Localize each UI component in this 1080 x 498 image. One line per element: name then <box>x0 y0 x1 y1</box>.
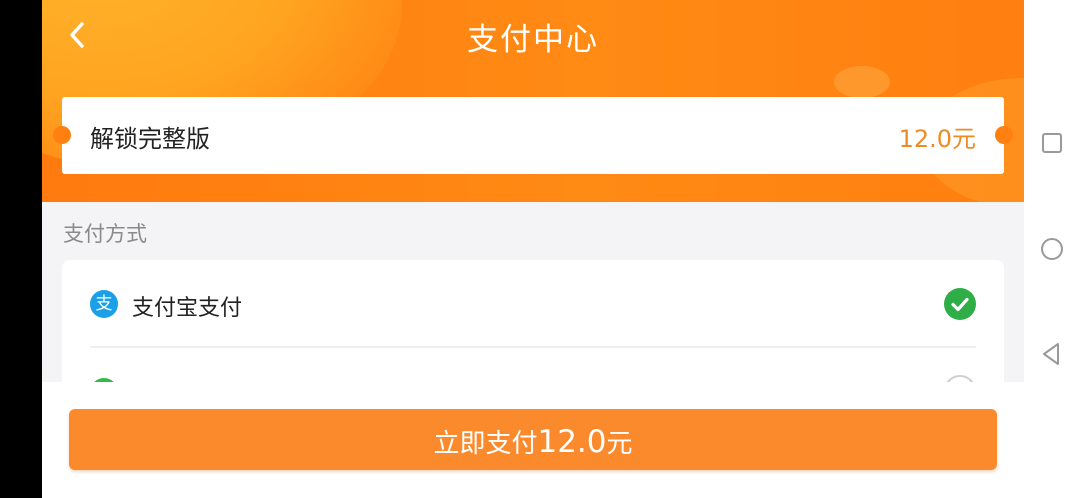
bottom-bar: 立即支付12.0元 <box>42 382 1024 498</box>
back-nav-button[interactable] <box>1038 340 1066 368</box>
payment-option-label: 支付宝支付 <box>132 296 243 321</box>
ticket-notch <box>995 126 1013 144</box>
alipay-icon: 支 <box>90 290 118 318</box>
product-ticket: 解锁完整版 12.0元 <box>53 97 1013 174</box>
system-navigation-bar <box>1024 0 1080 498</box>
product-price: 12.0元 <box>898 125 976 153</box>
pay-button-label: 立即支付 <box>433 429 538 459</box>
pay-now-button[interactable]: 立即支付12.0元 <box>69 409 997 470</box>
recent-apps-button[interactable] <box>1038 129 1066 157</box>
payment-center-screen: 支付中心 解锁完整版 12.0元 支付方式 支 支付宝支付 立即支付12.0元 <box>42 0 1024 498</box>
check-circle-icon <box>944 288 976 320</box>
page-title: 支付中心 <box>467 22 599 58</box>
payment-method-list: 支 支付宝支付 <box>62 260 1004 400</box>
payment-method-heading: 支付方式 <box>63 222 147 246</box>
ticket-notch <box>53 126 71 144</box>
back-triangle-icon <box>1043 343 1059 365</box>
pay-button-unit: 元 <box>606 429 633 459</box>
pay-button-amount: 12.0 <box>537 424 607 460</box>
home-button[interactable] <box>1038 235 1066 263</box>
payment-option-alipay[interactable]: 支 支付宝支付 <box>62 260 1004 346</box>
decor-blob <box>834 66 890 98</box>
header: 支付中心 解锁完整版 12.0元 <box>42 0 1024 202</box>
pay-button-text: 立即支付12.0元 <box>433 423 632 460</box>
home-icon <box>1041 238 1063 260</box>
product-name: 解锁完整版 <box>90 125 210 153</box>
recent-apps-icon <box>1042 133 1062 153</box>
